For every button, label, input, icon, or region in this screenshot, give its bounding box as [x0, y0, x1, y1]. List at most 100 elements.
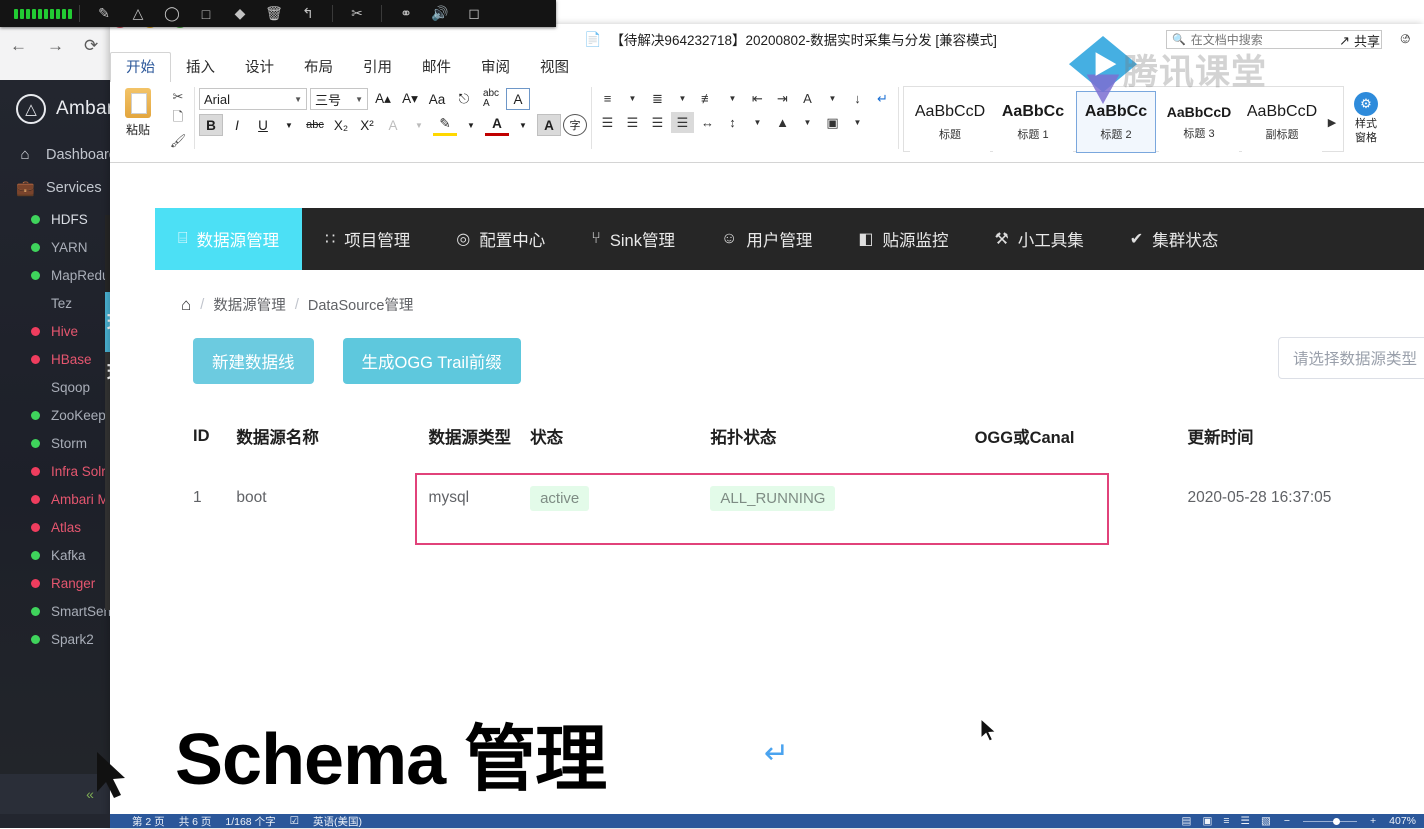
font-size-select[interactable]: 三号 ▼: [310, 88, 368, 110]
nav-item-1[interactable]: ∷ 项目管理: [302, 208, 433, 270]
style-pane-button[interactable]: ⚙ 样式 窗格: [1344, 82, 1386, 144]
spellcheck-icon[interactable]: ☑: [290, 815, 299, 827]
triangle-icon[interactable]: △: [121, 0, 155, 27]
new-datasource-line-button[interactable]: 新建数据线: [193, 338, 314, 384]
forward-icon[interactable]: →: [47, 36, 64, 56]
nav-item-5[interactable]: ◧ 贴源监控: [835, 208, 971, 270]
zoom-out-button[interactable]: −: [1284, 815, 1290, 827]
home-icon[interactable]: ⌂: [181, 295, 191, 315]
view-mode-buttons[interactable]: ▤ ▣ ≡ ☰ ▧: [1182, 815, 1271, 827]
character-border-icon[interactable]: A: [506, 88, 530, 110]
align-left-icon[interactable]: ☰: [596, 112, 619, 133]
style-tile-1[interactable]: AaBbCc 标题 1: [993, 91, 1073, 153]
ribbon-tab-0[interactable]: 开始: [110, 52, 171, 83]
change-case-icon[interactable]: Aa: [425, 88, 449, 110]
zoom-slider-knob[interactable]: [1333, 817, 1340, 825]
status-language[interactable]: 英语(美国): [313, 814, 362, 829]
bold-button[interactable]: B: [199, 114, 223, 136]
numbered-list-icon[interactable]: ≣: [646, 88, 669, 109]
chevron-down-icon[interactable]: ▼: [846, 112, 869, 133]
justify-icon[interactable]: ☰: [671, 112, 694, 133]
chevron-down-icon[interactable]: ▼: [407, 114, 431, 136]
scissors-icon[interactable]: ✂: [340, 0, 374, 27]
cn-layout-icon[interactable]: A: [796, 88, 819, 109]
chevron-down-icon[interactable]: ▼: [621, 88, 644, 109]
pen-icon[interactable]: ✎: [87, 0, 121, 27]
increase-indent-icon[interactable]: ⇥: [771, 88, 794, 109]
shrink-font-icon[interactable]: A▾: [398, 88, 422, 110]
chevron-down-icon[interactable]: ▼: [671, 88, 694, 109]
outline-icon[interactable]: ☰: [1241, 815, 1250, 827]
reload-icon[interactable]: ⟳: [84, 36, 98, 56]
datasource-type-select[interactable]: 请选择数据源类型: [1278, 337, 1424, 379]
zoom-level[interactable]: 407%: [1389, 815, 1416, 827]
font-family-select[interactable]: Arial ▼: [199, 88, 307, 110]
chevron-down-icon[interactable]: ▼: [821, 88, 844, 109]
sort-icon[interactable]: ↓: [846, 88, 869, 109]
nav-item-4[interactable]: ☺ 用户管理: [698, 208, 835, 270]
undo-icon[interactable]: ↰: [291, 0, 325, 27]
align-right-icon[interactable]: ☰: [646, 112, 669, 133]
paste-button[interactable]: 粘贴: [110, 82, 166, 138]
decrease-indent-icon[interactable]: ⇤: [746, 88, 769, 109]
highlight-icon[interactable]: ✎: [433, 114, 457, 136]
spotlight-icon[interactable]: ⚭: [389, 0, 423, 27]
ribbon-tab-3[interactable]: 布局: [289, 53, 348, 82]
style-tile-0[interactable]: AaBbCcD 标题: [910, 91, 990, 153]
italic-button[interactable]: I: [225, 114, 249, 136]
strikethrough-button[interactable]: abc: [303, 114, 327, 136]
nav-item-6[interactable]: ⚒ 小工具集: [971, 208, 1106, 270]
zoom-in-button[interactable]: +: [1370, 815, 1376, 827]
draft-icon[interactable]: ▧: [1261, 815, 1271, 827]
ribbon-tab-1[interactable]: 插入: [171, 53, 230, 82]
style-tile-3[interactable]: AaBbCcD 标题 3: [1159, 91, 1239, 153]
trash-icon[interactable]: 🗑: [257, 0, 291, 27]
copy-icon[interactable]: 🗋: [166, 109, 190, 129]
ribbon-tab-6[interactable]: 审阅: [466, 53, 525, 82]
chevron-up-icon[interactable]: ^: [1404, 32, 1410, 46]
nav-item-3[interactable]: ⑂ Sink管理: [568, 208, 698, 270]
phonetic-guide-icon[interactable]: abc A: [479, 88, 503, 110]
ellipse-icon[interactable]: ◯: [155, 0, 189, 27]
style-tile-4[interactable]: AaBbCcD 副标题: [1242, 91, 1322, 153]
nav-item-7[interactable]: ✔ 集群状态: [1107, 208, 1241, 270]
show-marks-icon[interactable]: ↵: [871, 88, 894, 109]
paintbrush-icon[interactable]: 🖌: [166, 131, 190, 151]
back-icon[interactable]: ←: [10, 36, 27, 56]
chevron-down-icon[interactable]: ▼: [746, 112, 769, 133]
ribbon-tab-7[interactable]: 视图: [525, 53, 584, 82]
zoom-slider[interactable]: [1303, 817, 1357, 825]
print-layout-icon[interactable]: ▤: [1182, 815, 1192, 827]
multilevel-list-icon[interactable]: ≢: [696, 88, 719, 109]
clear-format-icon[interactable]: ⎋: [452, 88, 476, 110]
rectangle-icon[interactable]: □: [189, 0, 223, 27]
style-tile-2[interactable]: AaBbCc 标题 2: [1076, 91, 1156, 153]
grow-font-icon[interactable]: A▴: [371, 88, 395, 110]
diamond-icon[interactable]: ◆: [223, 0, 257, 27]
chevron-right-icon[interactable]: ▶: [1325, 116, 1339, 129]
borders-icon[interactable]: ▣: [821, 112, 844, 133]
web-layout-icon[interactable]: ≡: [1223, 815, 1229, 827]
scissors-icon[interactable]: ✂: [166, 87, 190, 107]
share-button[interactable]: ↗ 共享: [1339, 31, 1380, 50]
distribute-icon[interactable]: ↔: [696, 112, 719, 133]
speaker-icon[interactable]: 🔊: [423, 0, 457, 27]
enclose-character-icon[interactable]: 字: [563, 114, 587, 136]
chevron-down-icon[interactable]: ▼: [277, 114, 301, 136]
ribbon-tab-4[interactable]: 引用: [348, 53, 407, 82]
shading-icon[interactable]: ▲: [771, 112, 794, 133]
shield-icon[interactable]: ◻: [457, 0, 491, 27]
breadcrumb-item-0[interactable]: 数据源管理: [213, 294, 286, 315]
ribbon-tab-2[interactable]: 设计: [230, 53, 289, 82]
align-center-icon[interactable]: ☰: [621, 112, 644, 133]
breadcrumb-item-1[interactable]: DataSource管理: [308, 294, 414, 315]
ribbon-tab-5[interactable]: 邮件: [407, 53, 466, 82]
nav-item-0[interactable]: ⌸ 数据源管理: [155, 208, 303, 270]
font-color-icon[interactable]: A: [485, 114, 509, 136]
character-shading-icon[interactable]: A: [537, 114, 561, 136]
chevron-down-icon[interactable]: ▼: [796, 112, 819, 133]
subscript-button[interactable]: X₂: [329, 114, 353, 136]
nav-item-2[interactable]: ◎ 配置中心: [433, 208, 568, 270]
browser-nav-buttons[interactable]: ← → ⟳: [10, 36, 98, 56]
status-word-count[interactable]: 1/168 个字: [225, 814, 275, 829]
